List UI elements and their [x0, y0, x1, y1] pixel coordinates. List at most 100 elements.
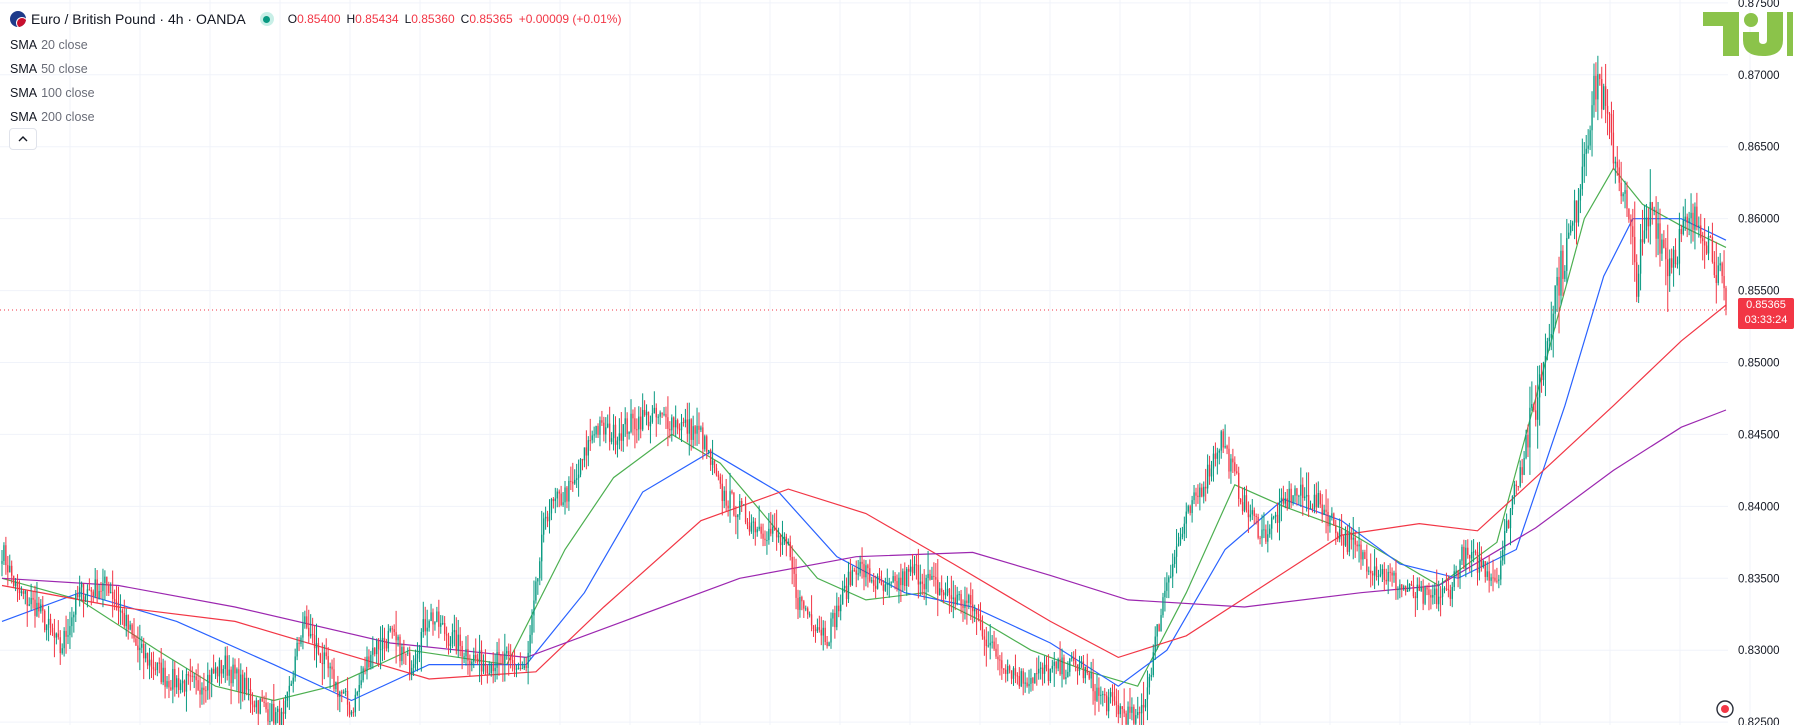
candle-body — [1014, 668, 1017, 676]
candle-body — [876, 576, 879, 589]
candle-body — [970, 595, 972, 605]
candle-body — [1511, 496, 1514, 510]
candle-body — [432, 612, 434, 625]
candle-body — [443, 623, 446, 634]
price-chart[interactable]: 0.82500 0.83000 0.83500 0.84000 0.84500 0.850… — [0, 0, 1800, 725]
collapse-legend-button[interactable] — [9, 128, 37, 150]
candle-body — [36, 602, 38, 616]
candle-body — [669, 428, 671, 431]
candle-body — [1606, 105, 1609, 114]
candle-body — [1203, 486, 1205, 497]
candle-body — [496, 651, 498, 668]
candle-body — [1558, 276, 1560, 296]
candle-body — [1583, 153, 1585, 167]
candle-body — [360, 680, 362, 686]
candle-body — [63, 630, 65, 649]
candle-body — [1173, 556, 1176, 565]
candle-body — [1142, 704, 1145, 708]
candle-body — [1123, 709, 1125, 714]
price-tick-label: 0.85000 — [1738, 358, 1780, 370]
candle-body — [989, 642, 991, 646]
symbol-title[interactable]: Euro / British Pound · 4h · OANDA — [31, 11, 246, 27]
candle-body — [1649, 202, 1651, 227]
candle-body — [284, 700, 287, 714]
candle-body — [1707, 235, 1710, 254]
candle-body — [1348, 533, 1351, 552]
legend-sma100[interactable]: SMA 100 close — [10, 81, 95, 105]
candle-body — [1298, 495, 1300, 497]
candle-body — [75, 594, 77, 615]
legend-sma20[interactable]: SMA 20 close — [10, 33, 95, 57]
candle-body — [746, 522, 749, 526]
candle-body — [1717, 265, 1719, 283]
candle-body — [762, 533, 764, 539]
candle-body — [1484, 561, 1486, 577]
candle-body — [106, 576, 108, 586]
candle-body — [1703, 241, 1706, 246]
candle-body — [1082, 661, 1085, 679]
candle-body — [422, 619, 424, 632]
candle-body — [59, 637, 61, 654]
candle-body — [277, 708, 279, 713]
candle-body — [30, 597, 32, 605]
grid — [0, 0, 1751, 725]
candle-body — [24, 591, 26, 594]
candle-body — [1267, 534, 1269, 542]
candle-body — [661, 412, 663, 415]
candle-body — [750, 522, 753, 532]
candle-body — [575, 478, 578, 480]
candle-body — [1702, 238, 1704, 242]
candle-body — [405, 653, 407, 655]
candle-body — [482, 663, 485, 672]
candle-body — [1383, 568, 1385, 580]
candle-body — [290, 683, 292, 686]
candle-body — [465, 648, 467, 657]
candle-body — [1591, 105, 1593, 131]
candle-body — [937, 579, 939, 596]
candle-body — [768, 528, 770, 541]
candle-body — [1263, 529, 1265, 531]
candle-body — [179, 683, 182, 691]
candle-body — [430, 612, 432, 622]
candle-body — [1150, 675, 1153, 677]
candle-body — [131, 624, 133, 635]
candle-body — [500, 655, 502, 657]
candle-body — [737, 514, 739, 518]
candle-body — [1335, 525, 1337, 534]
candle-body — [40, 604, 42, 612]
candle-body — [1531, 404, 1533, 408]
candle-body — [820, 629, 822, 636]
candle-body — [376, 640, 378, 655]
candle-body — [1090, 673, 1092, 679]
candle-body — [981, 622, 984, 637]
sma-line-100 — [1, 304, 1727, 680]
candle-body — [1030, 678, 1032, 684]
candle-body — [535, 581, 537, 601]
candle-body — [810, 614, 813, 626]
candle-body — [882, 584, 885, 591]
settings-icon[interactable] — [1716, 700, 1734, 718]
candle-body — [1490, 577, 1492, 581]
candle-body — [1377, 576, 1380, 578]
tv-logo-icon — [1703, 12, 1793, 56]
price-axis[interactable]: 0.82500 0.83000 0.83500 0.84000 0.84500 0.850… — [1738, 0, 1780, 725]
candle-body — [702, 427, 704, 450]
candle-body — [725, 490, 727, 506]
candle-body — [723, 490, 725, 502]
candle-body — [509, 655, 512, 660]
candle-body — [1344, 531, 1347, 546]
candle-body — [581, 458, 584, 461]
candle-body — [7, 565, 9, 573]
legend-sma200[interactable]: SMA 200 close — [10, 105, 95, 129]
legend-sma50[interactable]: SMA 50 close — [10, 57, 95, 81]
candle-body — [1614, 161, 1617, 164]
candle-body — [1715, 275, 1717, 283]
candle-body — [1536, 397, 1539, 420]
candle-body — [717, 475, 720, 477]
candle-body — [1684, 216, 1686, 221]
candle-body — [1548, 337, 1551, 342]
candle-body — [1276, 514, 1279, 523]
candle-body — [1092, 673, 1094, 692]
candle-body — [236, 669, 238, 674]
candle-body — [181, 680, 184, 684]
